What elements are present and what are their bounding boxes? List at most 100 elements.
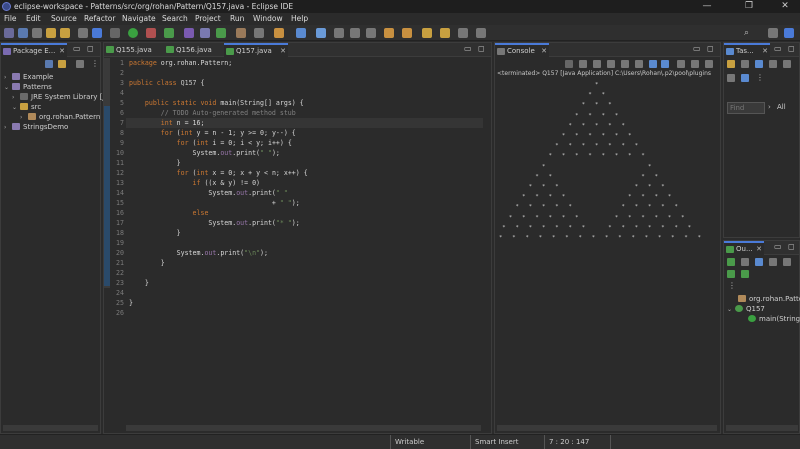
open-type-icon[interactable] <box>236 28 246 38</box>
horizontal-scrollbar[interactable] <box>726 425 798 431</box>
back-icon[interactable] <box>422 28 432 38</box>
tree-item-example[interactable]: › Example <box>4 72 53 82</box>
tab-outline[interactable]: Ou... ✕ <box>724 241 764 255</box>
close-icon[interactable]: ✕ <box>59 45 65 57</box>
tree-item-patterns[interactable]: ⌄ Patterns <box>4 82 52 92</box>
tab-q157[interactable]: Q157.java ✕ <box>224 43 288 57</box>
hide-static-icon[interactable] <box>755 258 763 266</box>
coverage-icon[interactable] <box>146 28 156 38</box>
search-toolbar-icon[interactable] <box>254 28 264 38</box>
outline-item-class[interactable]: ⌄ Q157 <box>727 304 765 314</box>
terminal-icon[interactable] <box>78 28 88 38</box>
new-class-icon[interactable] <box>216 28 226 38</box>
maximize-view-icon[interactable]: ◻ <box>478 44 485 53</box>
close-icon[interactable]: ✕ <box>541 45 547 57</box>
forward-icon[interactable] <box>440 28 450 38</box>
save-icon[interactable] <box>18 28 28 38</box>
show-whitespace-icon[interactable] <box>366 28 376 38</box>
scroll-lock-icon[interactable] <box>621 60 629 68</box>
maximize-button[interactable]: ❐ <box>736 0 762 13</box>
tab-package-explorer[interactable]: Package E... ✕ <box>1 43 67 57</box>
run-external-icon[interactable] <box>164 28 174 38</box>
remove-all-icon[interactable] <box>593 60 601 68</box>
display-console-icon[interactable] <box>691 60 699 68</box>
filter-icon[interactable] <box>76 60 84 68</box>
chevron-down-icon[interactable]: ⌄ <box>4 83 12 93</box>
link-with-editor-icon[interactable] <box>58 60 66 68</box>
schedule-icon[interactable] <box>741 74 749 82</box>
maximize-view-icon[interactable]: ◻ <box>788 44 795 53</box>
terminate-icon[interactable] <box>565 60 573 68</box>
chevron-down-icon[interactable]: ⌄ <box>12 103 20 113</box>
menu-help[interactable]: Help <box>291 13 308 25</box>
maximize-view-icon[interactable]: ◻ <box>87 44 94 53</box>
chevron-right-icon[interactable]: › <box>768 103 771 111</box>
outline-item-package[interactable]: org.rohan.Patte <box>738 294 800 304</box>
horizontal-scrollbar[interactable] <box>3 425 98 431</box>
all-tasks-filter[interactable]: All <box>777 103 786 111</box>
last-edit-icon[interactable] <box>458 28 468 38</box>
undo-icon[interactable] <box>46 28 56 38</box>
toggle-mark-occurrences-icon[interactable] <box>296 28 306 38</box>
view-menu-icon[interactable]: ⋮ <box>756 73 764 82</box>
clear-console-icon[interactable] <box>607 60 615 68</box>
tab-q155[interactable]: Q155.java <box>104 43 162 57</box>
word-wrap-icon[interactable] <box>334 28 344 38</box>
tree-item-src[interactable]: ⌄ src <box>12 102 41 112</box>
new-task-icon[interactable] <box>727 60 735 68</box>
pin-editor-icon[interactable] <box>476 28 486 38</box>
new-icon[interactable] <box>4 28 14 38</box>
search-icon[interactable]: ⌕ <box>744 28 754 38</box>
maximize-view-icon[interactable]: ◻ <box>788 242 795 251</box>
close-button[interactable]: ✕ <box>772 0 798 13</box>
close-icon[interactable]: ✕ <box>756 243 762 255</box>
outline-item-method[interactable]: main(String[] <box>748 314 800 324</box>
redo-icon[interactable] <box>60 28 70 38</box>
menu-source[interactable]: Source <box>51 13 77 25</box>
minimize-view-icon[interactable]: ▭ <box>464 44 472 53</box>
tree-item-package[interactable]: › org.rohan.Pattern <box>20 112 100 122</box>
open-perspective-icon[interactable] <box>768 28 778 38</box>
show-completed-icon[interactable] <box>727 74 735 82</box>
menu-navigate[interactable]: Navigate <box>122 13 156 25</box>
view-menu-icon[interactable]: ⋮ <box>91 59 99 68</box>
hide-fields-icon[interactable] <box>741 258 749 266</box>
word-wrap-icon[interactable] <box>635 60 643 68</box>
pin-console-icon[interactable] <box>677 60 685 68</box>
minimize-view-icon[interactable]: ▭ <box>693 44 701 53</box>
java-perspective-icon[interactable] <box>784 28 794 38</box>
view-menu-icon[interactable]: ⋮ <box>728 281 736 290</box>
status-insert-mode[interactable]: Smart Insert <box>470 435 542 449</box>
block-select-icon[interactable] <box>350 28 360 38</box>
code-editor[interactable]: 1 2 3 4 5 6 7 8 9 10 11 12 13 14 15 16 17 18 19 20 21 22 23 24 2… <box>104 58 491 433</box>
debug-icon[interactable] <box>110 28 120 38</box>
maximize-view-icon[interactable]: ◻ <box>707 44 714 53</box>
sync-icon[interactable] <box>783 60 791 68</box>
hide-local-types-icon[interactable] <box>727 270 735 278</box>
menu-run[interactable]: Run <box>230 13 244 25</box>
minimize-view-icon[interactable]: ▭ <box>774 44 782 53</box>
next-annotation-icon[interactable] <box>384 28 394 38</box>
hide-nonpublic-icon[interactable] <box>769 258 777 266</box>
open-console-icon[interactable] <box>705 60 713 68</box>
menu-window[interactable]: Window <box>253 13 283 25</box>
menu-refactor[interactable]: Refactor <box>84 13 115 25</box>
focus-active-icon[interactable] <box>741 270 749 278</box>
new-package-icon[interactable] <box>200 28 210 38</box>
run-icon[interactable] <box>128 28 138 38</box>
save-all-icon[interactable] <box>32 28 42 38</box>
task-find-input[interactable] <box>727 102 765 114</box>
prev-annotation-icon[interactable] <box>402 28 412 38</box>
minimize-button[interactable]: — <box>694 0 720 13</box>
tree-item-stringsdemo[interactable]: › StringsDemo <box>4 122 68 132</box>
show-stdout-icon[interactable] <box>649 60 657 68</box>
tab-tasks[interactable]: Tas... ✕ <box>724 43 770 57</box>
minimize-view-icon[interactable]: ▭ <box>774 242 782 251</box>
tab-console[interactable]: Console ✕ <box>495 43 549 57</box>
minimize-view-icon[interactable]: ▭ <box>73 44 81 53</box>
highlight-icon[interactable] <box>316 28 326 38</box>
show-stderr-icon[interactable] <box>661 60 669 68</box>
skip-breakpoints-icon[interactable] <box>92 28 102 38</box>
menu-search[interactable]: Search <box>162 13 188 25</box>
chevron-down-icon[interactable]: ⌄ <box>727 305 735 315</box>
